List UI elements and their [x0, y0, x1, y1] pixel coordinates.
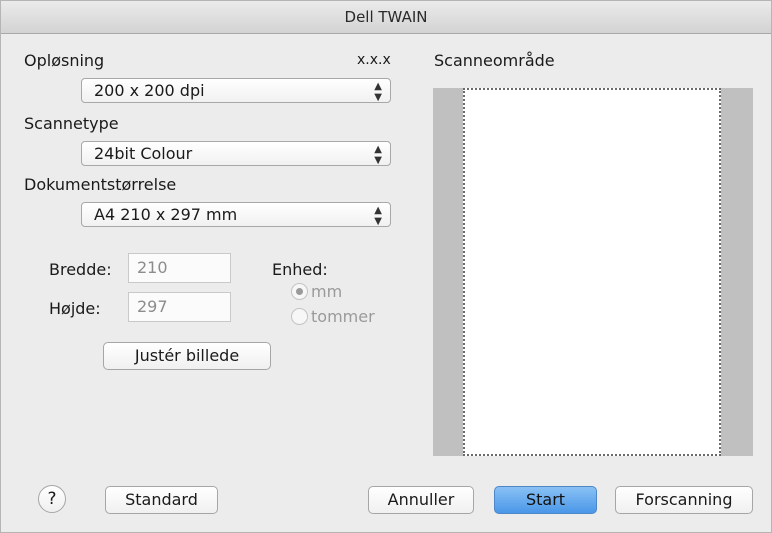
updown-chevron-icon: ▲ ▼ — [374, 81, 382, 103]
updown-chevron-icon: ▲ ▼ — [374, 144, 382, 166]
window-title: Dell TWAIN — [1, 1, 771, 34]
scan-area-preview[interactable] — [433, 88, 753, 456]
dialog-window: Dell TWAIN Opløsning x.x.x 200 x 200 dpi… — [0, 0, 772, 533]
scantype-label: Scannetype — [24, 114, 119, 133]
resolution-label: Opløsning — [24, 51, 105, 70]
updown-chevron-icon: ▲ ▼ — [374, 205, 382, 227]
scan-page-region[interactable] — [463, 88, 721, 456]
docsize-label: Dokumentstørrelse — [24, 175, 177, 194]
radio-selected-icon — [291, 282, 308, 300]
width-label: Bredde: — [49, 260, 112, 279]
start-button[interactable]: Start — [494, 486, 597, 514]
default-button[interactable]: Standard — [105, 486, 218, 514]
adjust-image-button[interactable]: Justér billede — [103, 342, 271, 370]
resolution-select[interactable]: 200 x 200 dpi ▲ ▼ — [81, 78, 391, 103]
height-field[interactable]: 297 — [128, 292, 231, 322]
radio-unselected-icon — [291, 307, 308, 325]
docsize-select[interactable]: A4 210 x 297 mm ▲ ▼ — [81, 202, 391, 227]
unit-radio-mm[interactable]: mm — [291, 280, 342, 302]
question-mark-icon[interactable]: ? — [38, 485, 66, 513]
unit-label: Enhed: — [272, 260, 328, 279]
resolution-value: 200 x 200 dpi — [94, 81, 205, 100]
height-label: Højde: — [49, 299, 101, 318]
unit-mm-label: mm — [311, 281, 343, 301]
unit-inch-label: tommer — [311, 306, 375, 326]
scan-area-label: Scanneområde — [434, 51, 555, 70]
prescan-button[interactable]: Forscanning — [615, 486, 753, 514]
scantype-value: 24bit Colour — [94, 144, 193, 163]
version-label: x.x.x — [357, 52, 391, 68]
unit-radio-inch[interactable]: tommer — [291, 305, 375, 327]
cancel-button[interactable]: Annuller — [368, 486, 474, 514]
width-field[interactable]: 210 — [128, 253, 231, 283]
scantype-select[interactable]: 24bit Colour ▲ ▼ — [81, 141, 391, 166]
docsize-value: A4 210 x 297 mm — [94, 205, 238, 224]
